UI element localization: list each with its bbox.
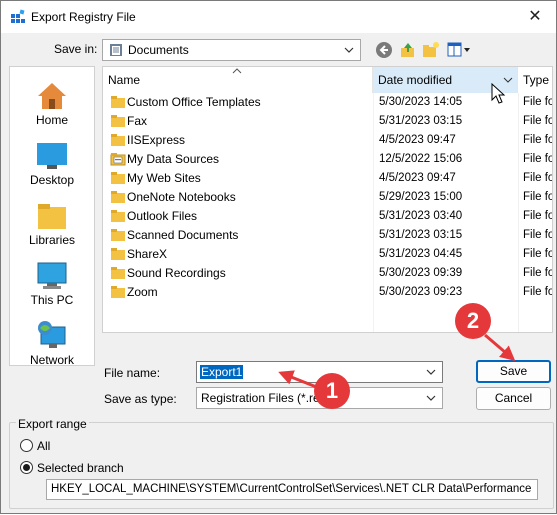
callout-badge-2: 2 — [455, 303, 491, 339]
callout-badge-1: 1 — [314, 373, 350, 409]
callout-2-arrow — [484, 333, 516, 361]
export-registry-dialog: Export Registry File ✕ Save in: Document… — [0, 0, 557, 514]
callout-arrows — [278, 333, 516, 390]
callout-1-arrow — [278, 370, 320, 390]
